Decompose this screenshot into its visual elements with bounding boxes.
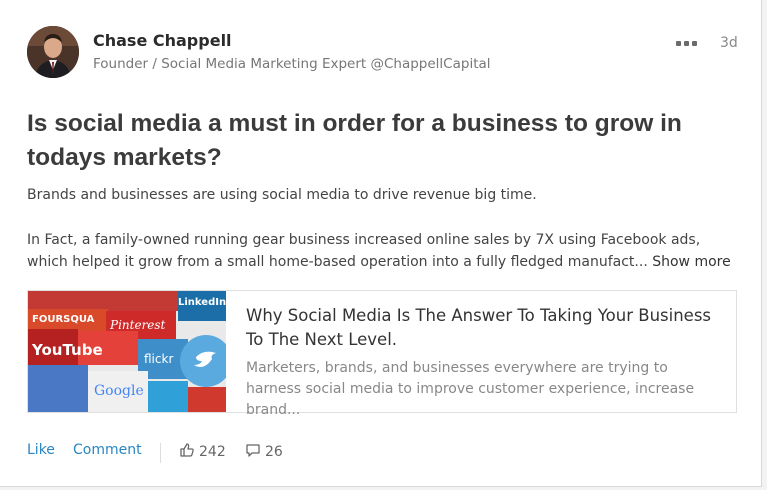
post-paragraph-2: In Fact, a family-owned running gear bus… [27,229,742,273]
post-actions-bar: Like Comment 242 26 [27,442,327,464]
author-avatar[interactable] [27,26,79,78]
link-preview-thumbnail[interactable]: FOURSQUA Pinterest YouTube flickr Google… [28,291,226,412]
link-preview-title[interactable]: Why Social Media Is The Answer To Taking… [246,304,726,352]
post-card: Chase Chappell Founder / Social Media Ma… [0,0,762,487]
thumb-text-linkedin: LinkedIn [178,297,226,308]
link-preview-description: Marketers, brands, and businesses everyw… [246,360,695,418]
post-title-line-1: Is social media a must in order for a bu… [27,110,682,137]
thumb-text-google: Google [94,383,144,399]
post-timestamp: 3d [720,35,738,51]
author-name[interactable]: Chase Chappell [93,31,232,50]
link-preview-card[interactable]: FOURSQUA Pinterest YouTube flickr Google… [27,290,737,418]
likes-count[interactable]: 242 [179,442,226,462]
more-options-icon[interactable] [676,36,702,50]
comment-bubble-icon [245,442,261,462]
comment-button[interactable]: Comment [73,442,142,458]
post-paragraph-1: Brands and businesses are using social m… [27,187,537,203]
post-paragraph-2-text: In Fact, a family-owned running gear bus… [27,232,701,270]
thumb-text-foursquare: FOURSQUA [32,314,95,325]
like-button[interactable]: Like [27,442,55,458]
thumbs-up-icon [179,442,195,462]
post-title[interactable]: Is social media a must in order for a bu… [27,107,737,175]
show-more-link[interactable]: Show more [652,254,731,270]
actions-divider [160,443,161,463]
comments-count-value: 26 [265,444,283,460]
thumb-text-youtube: YouTube [31,341,103,359]
post-title-line-2: todays markets? [27,144,222,171]
comments-count[interactable]: 26 [245,442,283,462]
likes-count-value: 242 [199,444,226,460]
thumb-text-pinterest: Pinterest [109,318,166,332]
thumb-text-flickr: flickr [144,352,173,366]
author-headline: Founder / Social Media Marketing Expert … [93,56,491,72]
